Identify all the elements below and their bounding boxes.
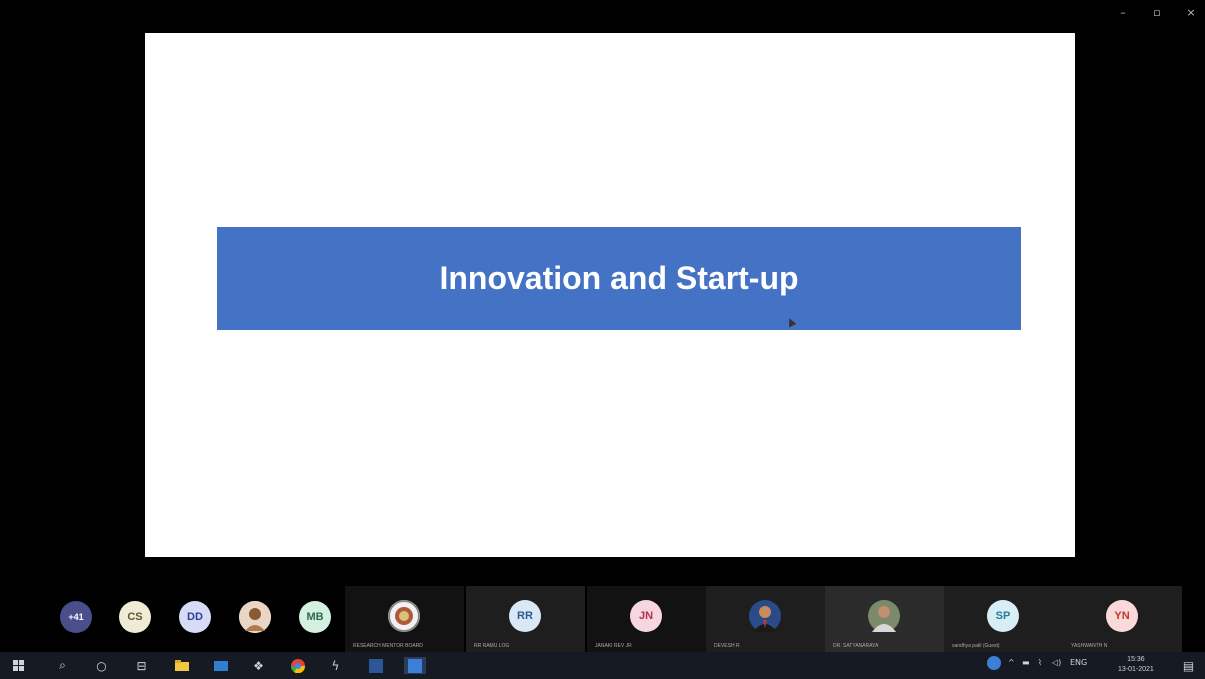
cortana-icon[interactable]: ○ [93,657,110,674]
participant-name: RESEARCH MENTOR BOARD [353,643,423,649]
volume-icon[interactable]: ◁) [1052,658,1061,667]
participant-name: JANAKI REV JR [595,643,632,649]
participant-avatar: SP [987,600,1019,632]
network-globe-icon[interactable] [986,655,1002,673]
participant-tile[interactable]: SP sandhya patil (Guest) [944,586,1063,652]
person-photo-icon [868,600,900,632]
battery-icon[interactable]: ▬ [1022,658,1030,667]
participant-avatar: RR [509,600,541,632]
participant-name: sandhya patil (Guest) [952,643,1000,649]
search-icon[interactable]: ⌕ [54,657,71,674]
participant-tile[interactable]: RR RR RAMU LOG [466,586,585,652]
seal-avatar-icon [388,600,420,632]
participant-tile[interactable]: YN YASHWANTH N [1063,586,1182,652]
file-explorer-icon[interactable] [173,657,190,674]
language-indicator[interactable]: ENG [1070,658,1087,667]
clock-date: 13-01-2021 [1118,666,1154,673]
participant-avatar-photo[interactable] [239,601,271,633]
app-icon[interactable]: ϟ [327,657,344,674]
participant-tile-active[interactable]: DR. SATYANARAYA [825,586,944,652]
clock-time: 15:36 [1127,656,1145,663]
overflow-participants-button[interactable]: +41 [60,601,92,633]
participant-avatar[interactable]: DD [179,601,211,633]
participant-name: DR. SATYANARAYA [833,643,879,649]
mail-icon[interactable] [212,657,229,674]
close-button[interactable]: × [1183,6,1199,19]
windows-taskbar: ⌕ ○ ⊟ ❖ ϟ ^ ▬ ⌇ ◁) ENG 15:36 13-01-2021 … [0,652,1205,679]
slide-title-band: Innovation and Start-up [217,227,1021,330]
word-icon[interactable] [367,657,384,674]
participant-name: DEVESH R [714,643,740,649]
participant-strip: +41 CS DD MB RESEARCH MENTOR BOARD RR RR… [0,586,1205,652]
person-photo-icon [239,601,271,633]
person-photo-icon [749,600,781,632]
participant-name: YASHWANTH N [1071,643,1108,649]
taskbar-clock[interactable]: 15:36 13-01-2021 [1118,655,1154,675]
chrome-icon[interactable] [289,657,306,674]
participant-avatar[interactable]: CS [119,601,151,633]
dropbox-icon[interactable]: ❖ [250,657,267,674]
shared-slide: Innovation and Start-up [145,33,1075,557]
windows-start-icon[interactable] [10,657,27,674]
participant-tile[interactable]: DEVESH R [706,586,825,652]
participant-tile[interactable]: JN JANAKI REV JR [587,586,706,652]
teams-icon[interactable] [404,657,426,674]
participant-tile[interactable]: RESEARCH MENTOR BOARD [345,586,464,652]
maximize-button[interactable]: ▫ [1149,6,1165,19]
participant-name: RR RAMU LOG [474,643,510,649]
chevron-up-icon[interactable]: ^ [1008,658,1015,667]
wifi-icon[interactable]: ⌇ [1038,658,1042,667]
window-controls: – ▫ × [1115,6,1199,19]
notifications-icon[interactable]: ▤ [1180,657,1197,674]
minimize-button[interactable]: – [1115,6,1131,19]
participant-avatar: YN [1106,600,1138,632]
participant-avatar: JN [630,600,662,632]
slide-title: Innovation and Start-up [439,260,799,296]
participant-avatar[interactable]: MB [299,601,331,633]
task-view-icon[interactable]: ⊟ [133,657,150,674]
meeting-window: – ▫ × Innovation and Start-up [0,0,1205,650]
